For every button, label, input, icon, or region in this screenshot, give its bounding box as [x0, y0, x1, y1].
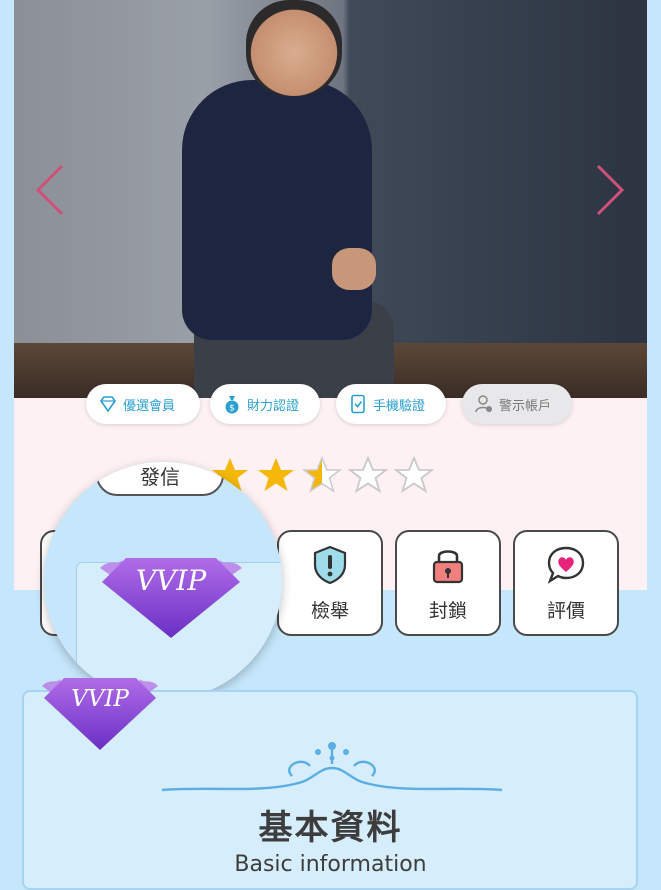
report-label: 檢舉	[310, 599, 349, 622]
star-rating	[210, 455, 434, 495]
review-button[interactable]: 評價	[513, 530, 619, 636]
photo-person-hand	[332, 248, 376, 290]
send-message-button[interactable]: 發信	[96, 462, 224, 496]
badge-label: 警示帳戶	[499, 398, 552, 414]
badge-label: 手機驗證	[373, 398, 426, 414]
phone-check-icon	[351, 394, 365, 414]
money-bag-icon: $	[225, 396, 239, 414]
lock-icon	[432, 549, 464, 583]
profile-photo	[14, 0, 647, 398]
heart-chat-icon	[547, 546, 585, 584]
chevron-right-icon	[596, 164, 625, 216]
star-half-icon	[302, 456, 342, 493]
magnifier-bubble: 發信 VVIP	[44, 462, 282, 700]
ornament-divider-icon	[161, 742, 503, 792]
svg-text:$: $	[229, 404, 235, 414]
star-empty-icon	[348, 455, 388, 494]
photo-person-body	[182, 80, 372, 340]
badge-label: 優選會員	[123, 398, 176, 414]
photo-person-head	[246, 0, 342, 96]
section-subtitle: Basic information	[234, 852, 427, 877]
shield-alert-icon	[313, 545, 347, 584]
send-message-label: 發信	[140, 464, 180, 489]
block-button[interactable]: 封鎖	[395, 530, 501, 636]
vvip-badge-icon: VVIP	[100, 558, 242, 638]
diamond-icon	[100, 396, 116, 413]
vvip-text: VVIP	[71, 686, 129, 712]
chevron-left-icon	[35, 164, 64, 216]
star-full-icon	[258, 458, 294, 491]
user-alert-icon	[475, 395, 492, 413]
review-label: 評價	[546, 599, 585, 622]
badge-phone-verified[interactable]: 手機驗證	[336, 384, 446, 424]
vvip-text: VVIP	[136, 564, 208, 597]
block-label: 封鎖	[428, 599, 467, 622]
prev-photo-button[interactable]	[30, 162, 70, 218]
section-title: 基本資料	[258, 808, 403, 848]
badge-financial-verified[interactable]: $ 財力認證	[210, 384, 320, 424]
badge-premium-member[interactable]: 優選會員	[86, 384, 200, 424]
next-photo-button[interactable]	[590, 162, 630, 218]
badge-alert-account[interactable]: 警示帳戶	[462, 384, 572, 424]
report-button[interactable]: 檢舉	[277, 530, 383, 636]
badge-label: 財力認證	[247, 398, 300, 414]
vvip-badge-icon: VVIP	[42, 678, 158, 750]
star-empty-icon	[394, 455, 434, 494]
